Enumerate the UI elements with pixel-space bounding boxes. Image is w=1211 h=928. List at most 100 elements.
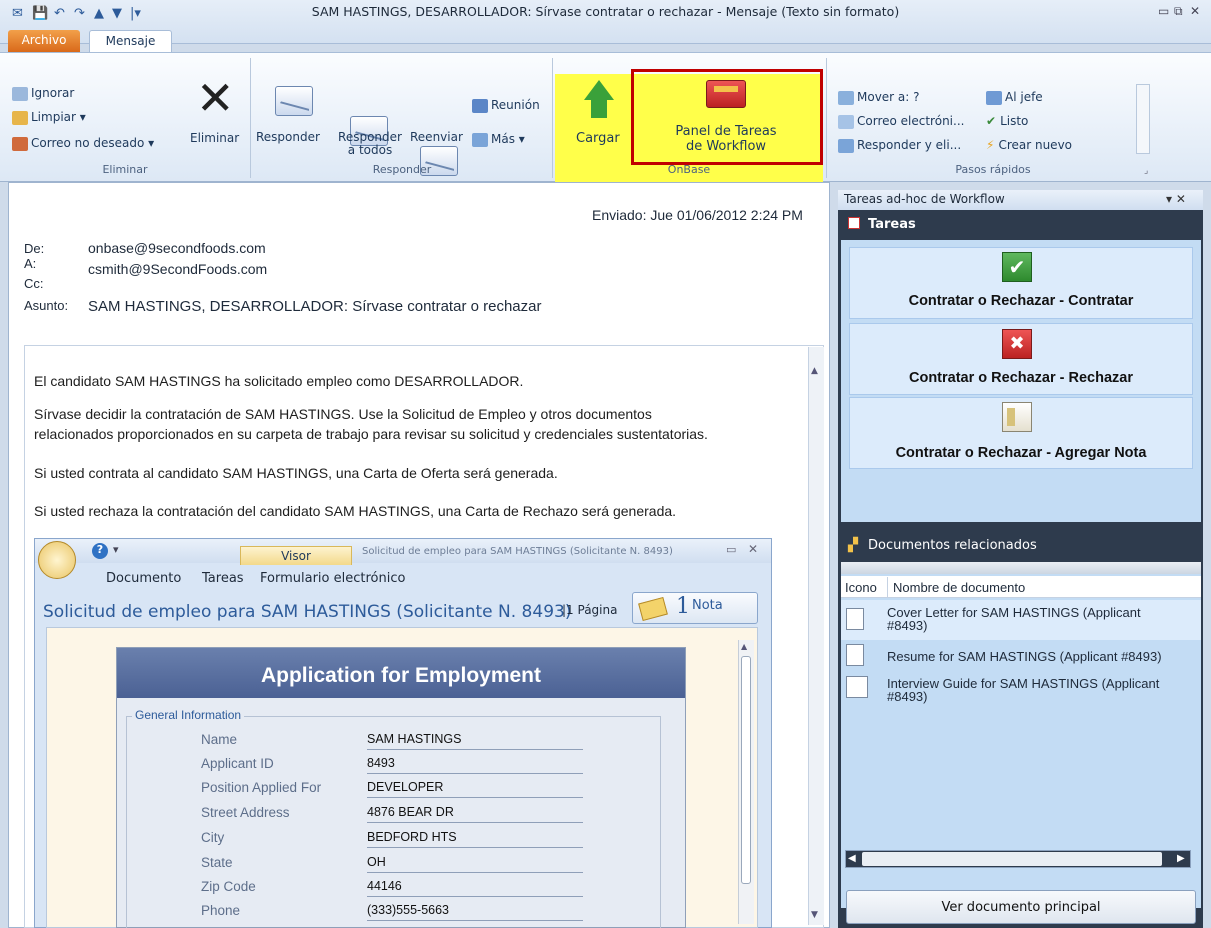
to-address[interactable]: csmith@9SecondFoods.com — [88, 261, 267, 277]
related-documents-header: ▞ Documentos relacionados — [848, 538, 1037, 553]
tab-archivo[interactable]: Archivo — [8, 30, 80, 52]
column-icono[interactable]: Icono — [845, 580, 877, 595]
check-icon: ✔ — [986, 114, 997, 128]
viewer-menu-formulario[interactable]: Formulario electrónico — [260, 571, 405, 586]
al-jefe-step[interactable]: Al jefe — [986, 90, 1043, 105]
viewer-tab-visor[interactable]: Visor — [240, 546, 352, 565]
document-name-cont: #8493) — [887, 618, 928, 633]
field-value: BEDFORD HTS — [367, 830, 583, 848]
ribbon-separator — [826, 58, 827, 178]
forward-to-manager-icon — [986, 90, 1002, 105]
hscroll-thumb[interactable] — [862, 852, 1162, 866]
documents-header-strip — [841, 562, 1201, 574]
field-label: Applicant ID — [201, 756, 274, 771]
message-scrollbar[interactable] — [808, 347, 824, 925]
notes-label: Nota — [692, 598, 723, 613]
workflow-panel-icon — [706, 80, 746, 108]
ver-documento-principal-button[interactable]: Ver documento principal — [846, 890, 1196, 924]
column-nombre[interactable]: Nombre de documento — [893, 580, 1025, 595]
eliminar-group-label: Eliminar — [102, 163, 148, 176]
field-value: DEVELOPER — [367, 780, 583, 798]
interview-guide-document-icon — [846, 676, 868, 698]
viewer-app-icon[interactable] — [38, 541, 76, 579]
field-label: Zip Code — [201, 879, 256, 894]
to-label: A: — [24, 256, 37, 271]
document-scroll-thumb[interactable] — [741, 656, 751, 884]
dialog-launcher-icon[interactable]: ⌟ — [1144, 166, 1148, 176]
body-paragraph: Sírvase decidir la contratación de SAM H… — [34, 406, 652, 422]
column-divider — [887, 577, 888, 597]
notes-count: 1 — [676, 594, 690, 619]
calendar-icon — [472, 98, 488, 113]
junk-icon — [12, 136, 28, 151]
hscroll-right-icon[interactable]: ▶ — [1177, 853, 1185, 864]
ribbon-separator — [250, 58, 251, 178]
document-name: Cover Letter for SAM HASTINGS (Applicant — [887, 605, 1141, 620]
document-name-cont: #8493) — [887, 689, 928, 704]
delete-icon[interactable]: ✕ — [196, 75, 235, 121]
close-button[interactable]: ✕ — [1190, 4, 1200, 18]
responder-eliminar-step[interactable]: Responder y eli... — [838, 138, 961, 153]
cargar-button[interactable]: Cargar — [576, 132, 620, 145]
responder-todos-button[interactable]: Responder a todos — [333, 131, 407, 157]
upload-arrow-icon — [584, 80, 614, 100]
cover-letter-document-icon — [846, 608, 864, 630]
body-paragraph: El candidato SAM HASTINGS ha solicitado … — [34, 373, 524, 389]
eliminar-button[interactable]: Eliminar — [190, 132, 239, 145]
mas-button[interactable]: Más ▾ — [472, 132, 525, 147]
panel-tareas-workflow-button[interactable]: Panel de Tareas de Workflow — [651, 124, 801, 154]
more-icon — [472, 132, 488, 147]
approve-check-icon: ✔ — [1002, 252, 1032, 282]
viewer-dropdown-icon[interactable]: ▾ — [113, 543, 119, 556]
sent-date: Enviado: Jue 01/06/2012 2:24 PM — [592, 207, 803, 223]
viewer-menu-documento[interactable]: Documento — [106, 571, 181, 586]
email-icon — [838, 114, 854, 129]
field-label: State — [201, 855, 233, 870]
body-paragraph: Si usted rechaza la contratación del can… — [34, 503, 677, 519]
add-note-icon-clip — [1007, 408, 1015, 426]
task-label: Contratar o Rechazar - Rechazar — [908, 370, 1133, 386]
doc-scroll-up-icon[interactable]: ▲ — [741, 642, 747, 651]
correo-no-deseado-button[interactable]: Correo no deseado ▾ — [12, 136, 154, 151]
document-name: Interview Guide for SAM HASTINGS (Applic… — [887, 676, 1160, 691]
from-label: De: — [24, 241, 45, 256]
tasks-icon — [848, 217, 860, 229]
mover-a-step[interactable]: Mover a: ? — [838, 90, 920, 105]
form-title: Application for Employment — [260, 664, 541, 687]
scroll-up-icon[interactable]: ▲ — [811, 366, 818, 376]
move-icon — [838, 90, 854, 105]
viewer-restore-icon[interactable]: ▭ — [726, 543, 736, 556]
resume-document-icon — [846, 644, 864, 666]
viewer-close-icon[interactable]: ✕ — [748, 542, 758, 556]
listo-step[interactable]: ✔ Listo — [986, 114, 1028, 128]
field-value: 8493 — [367, 756, 583, 774]
crear-nuevo-step[interactable]: ⚡ Crear nuevo — [986, 138, 1072, 152]
scroll-down-icon[interactable]: ▼ — [811, 910, 818, 920]
viewer-menu-tareas[interactable]: Tareas — [202, 571, 244, 586]
pasos-rapidos-group-label: Pasos rápidos — [955, 163, 1031, 176]
minimize-button[interactable]: ▭ — [1158, 4, 1169, 18]
subject-label: Asunto: — [24, 298, 69, 313]
onbase-group-label: OnBase — [667, 163, 711, 176]
field-value: 44146 — [367, 879, 583, 897]
limpiar-button[interactable]: Limpiar ▾ — [12, 110, 86, 125]
task-pane-title: Tareas ad-hoc de Workflow — [838, 190, 1203, 210]
task-label: Contratar o Rechazar - Agregar Nota — [895, 445, 1147, 461]
viewer-help-icon[interactable]: ? — [92, 543, 108, 559]
responder-button[interactable]: Responder — [256, 131, 320, 144]
upload-arrow-stem — [591, 100, 607, 118]
correo-electronico-step[interactable]: Correo electróni... — [838, 114, 964, 129]
lightning-icon: ⚡ — [986, 138, 995, 152]
field-label: Street Address — [201, 805, 290, 820]
hscroll-left-icon[interactable]: ◀ — [848, 853, 856, 864]
reunion-button[interactable]: Reunión — [472, 98, 540, 113]
task-pane-close-button[interactable]: ▾ ✕ — [1166, 192, 1186, 206]
ignorar-button[interactable]: Ignorar — [12, 86, 74, 101]
from-address[interactable]: onbase@9secondfoods.com — [88, 240, 266, 256]
quick-steps-scrollbar[interactable] — [1136, 84, 1150, 154]
maximize-button[interactable]: ⧉ — [1174, 4, 1183, 19]
reenviar-button[interactable]: Reenviar — [410, 131, 463, 144]
ignore-icon — [12, 86, 28, 101]
ribbon-separator — [552, 58, 553, 178]
cc-label: Cc: — [24, 276, 44, 291]
